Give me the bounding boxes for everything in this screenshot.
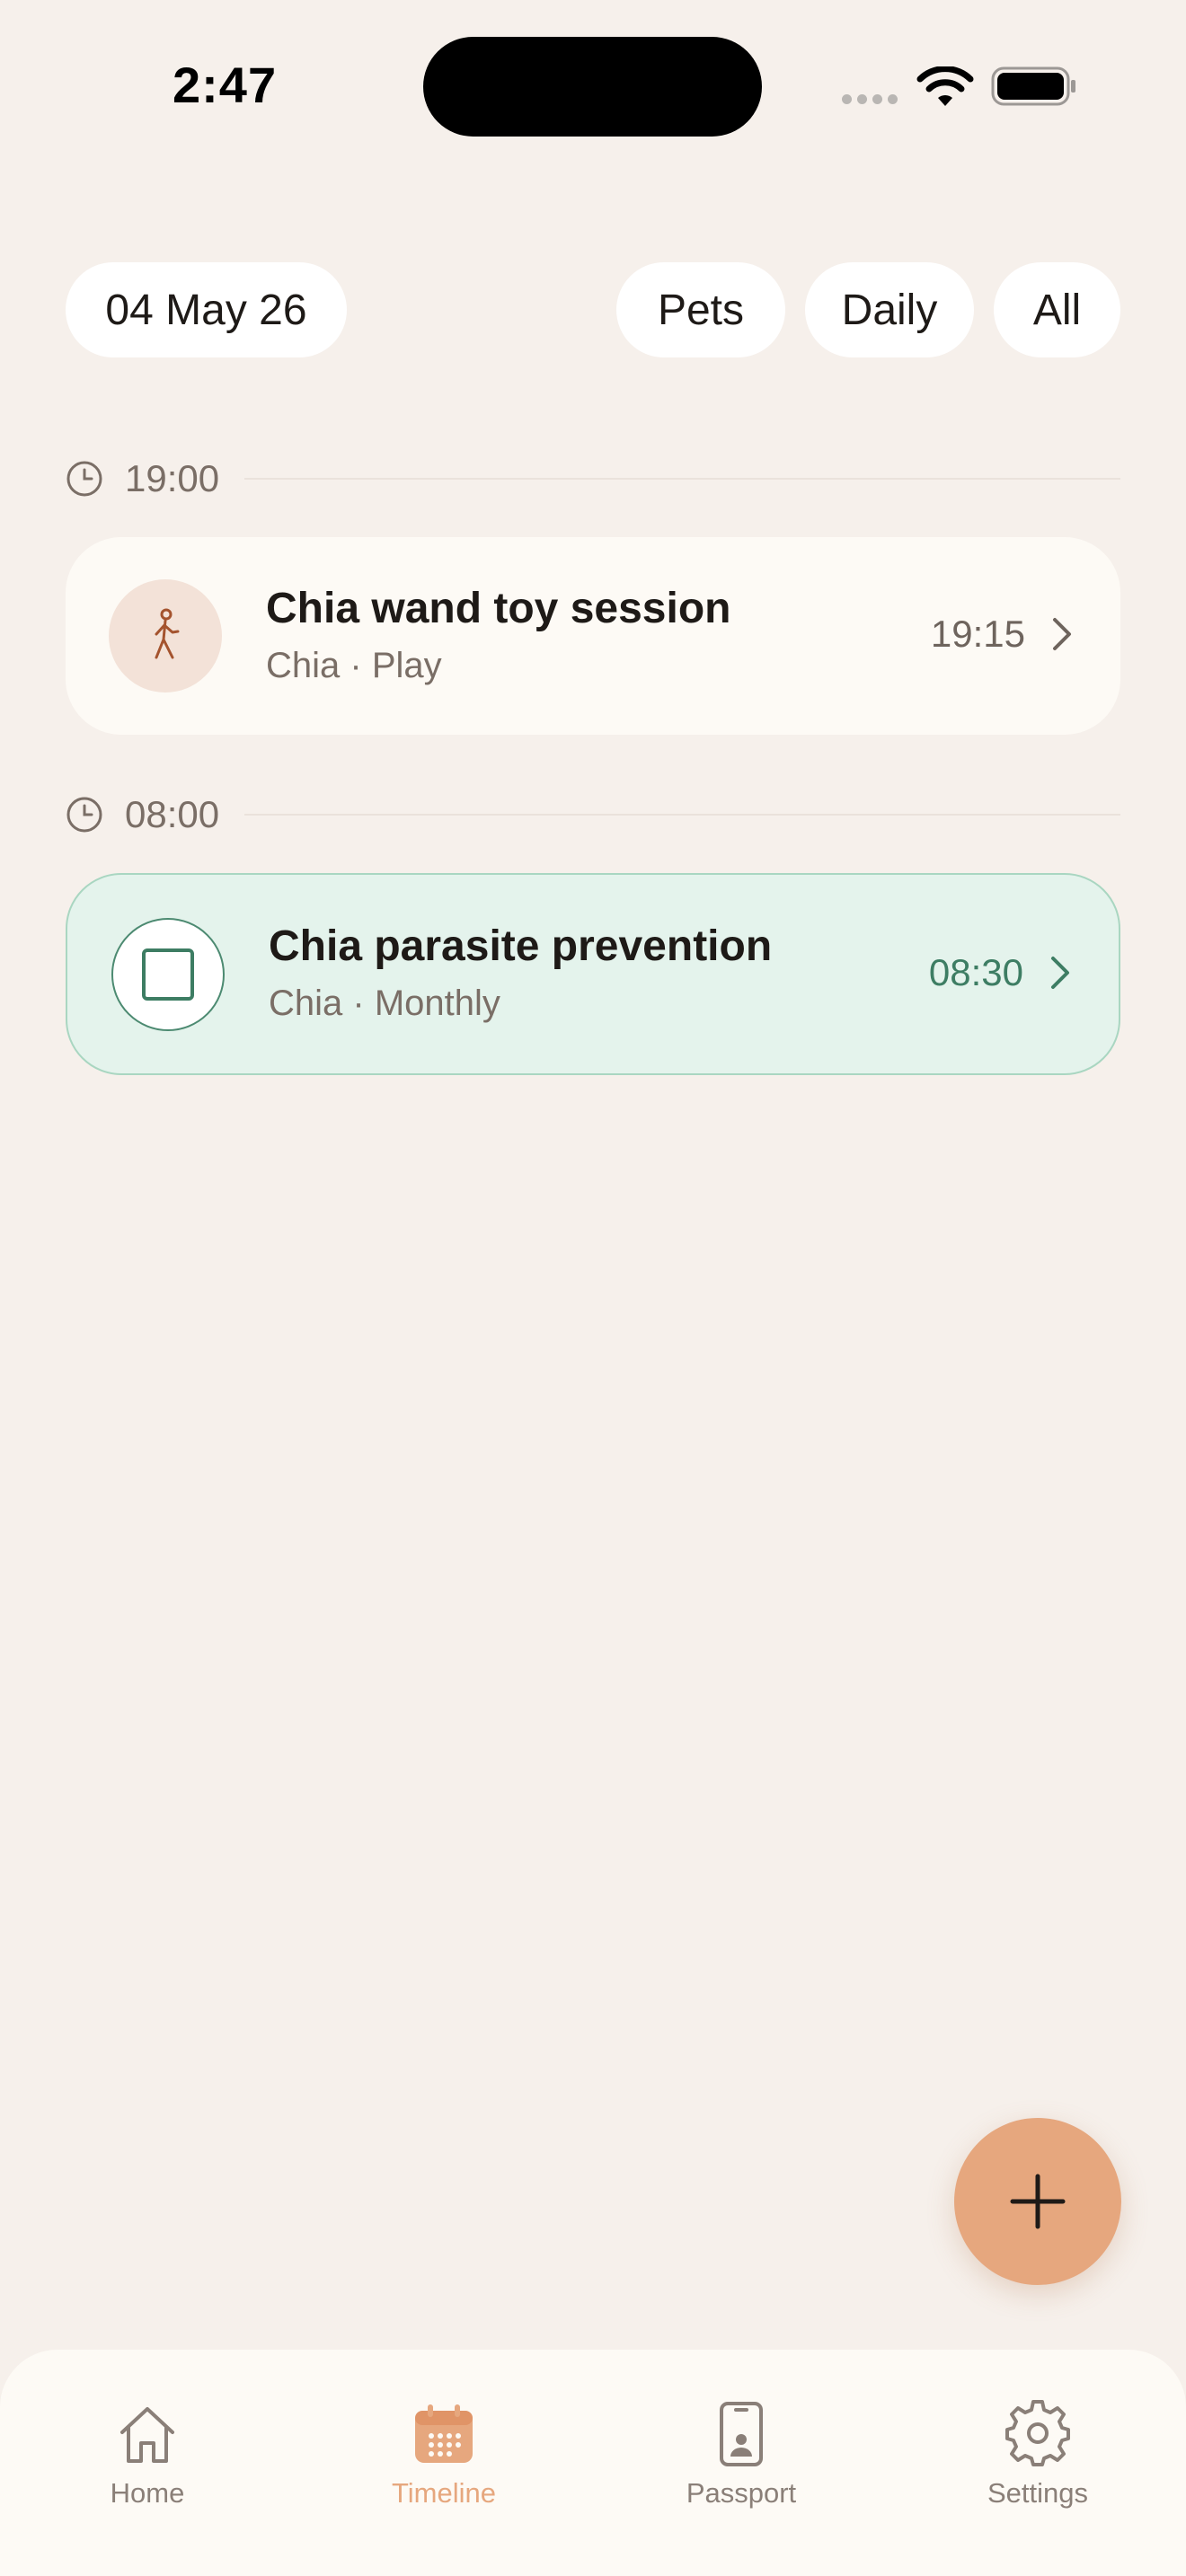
tab-home[interactable]: Home bbox=[49, 2400, 246, 2510]
tab-label: Passport bbox=[686, 2477, 797, 2509]
wifi-icon bbox=[916, 66, 974, 106]
entry-subtitle: Chia · Play bbox=[266, 646, 442, 685]
entry-icon-badge bbox=[109, 579, 222, 693]
timeline-entry-card[interactable]: Chia wand toy session Chia · Play 19:15 bbox=[66, 537, 1120, 735]
checkbox-icon bbox=[142, 948, 194, 1001]
passport-icon bbox=[720, 2402, 763, 2466]
clock-icon bbox=[66, 797, 102, 833]
tab-label: Settings bbox=[987, 2477, 1088, 2509]
home-icon bbox=[120, 2407, 174, 2463]
dynamic-island bbox=[423, 37, 762, 137]
tab-timeline[interactable]: Timeline bbox=[345, 2400, 543, 2510]
entry-subtitle: Chia · Monthly bbox=[269, 984, 500, 1023]
frequency-filter-button[interactable]: Daily bbox=[805, 262, 974, 357]
section-time: 19:00 bbox=[125, 457, 220, 499]
walking-person-icon bbox=[155, 608, 180, 659]
entry-checkbox[interactable] bbox=[111, 918, 225, 1031]
entry-title: Chia wand toy session bbox=[266, 585, 731, 632]
section-header: 19:00 bbox=[66, 456, 1120, 501]
pets-filter-button[interactable]: Pets bbox=[616, 262, 785, 357]
date-picker-button[interactable]: 04 May 26 bbox=[66, 262, 347, 357]
entry-time: 19:15 bbox=[930, 613, 1025, 655]
plus-icon bbox=[1010, 2174, 1066, 2229]
tab-settings[interactable]: Settings bbox=[939, 2400, 1137, 2510]
timeline-entry-card[interactable]: Chia parasite prevention Chia · Monthly … bbox=[66, 873, 1120, 1075]
divider bbox=[244, 814, 1120, 816]
chevron-right-icon bbox=[1051, 957, 1069, 989]
chevron-right-icon bbox=[1053, 618, 1071, 650]
battery-icon bbox=[991, 66, 1075, 106]
entry-title: Chia parasite prevention bbox=[269, 922, 773, 970]
category-filter-button[interactable]: All bbox=[994, 262, 1120, 357]
entry-time: 08:30 bbox=[928, 951, 1023, 993]
add-entry-button[interactable] bbox=[954, 2118, 1121, 2285]
calendar-icon bbox=[415, 2404, 473, 2463]
status-time: 2:47 bbox=[173, 57, 278, 113]
tab-label: Timeline bbox=[392, 2477, 496, 2509]
gear-icon bbox=[1005, 2400, 1070, 2466]
tab-label: Home bbox=[110, 2477, 185, 2509]
divider bbox=[244, 478, 1120, 480]
section-time: 08:00 bbox=[125, 793, 220, 835]
tab-passport[interactable]: Passport bbox=[642, 2400, 840, 2510]
clock-icon bbox=[66, 461, 102, 497]
tab-bar: Home Timeline Passport Settings bbox=[0, 2350, 1186, 2576]
cellular-signal-icon bbox=[842, 94, 898, 104]
section-header: 08:00 bbox=[66, 792, 1120, 837]
